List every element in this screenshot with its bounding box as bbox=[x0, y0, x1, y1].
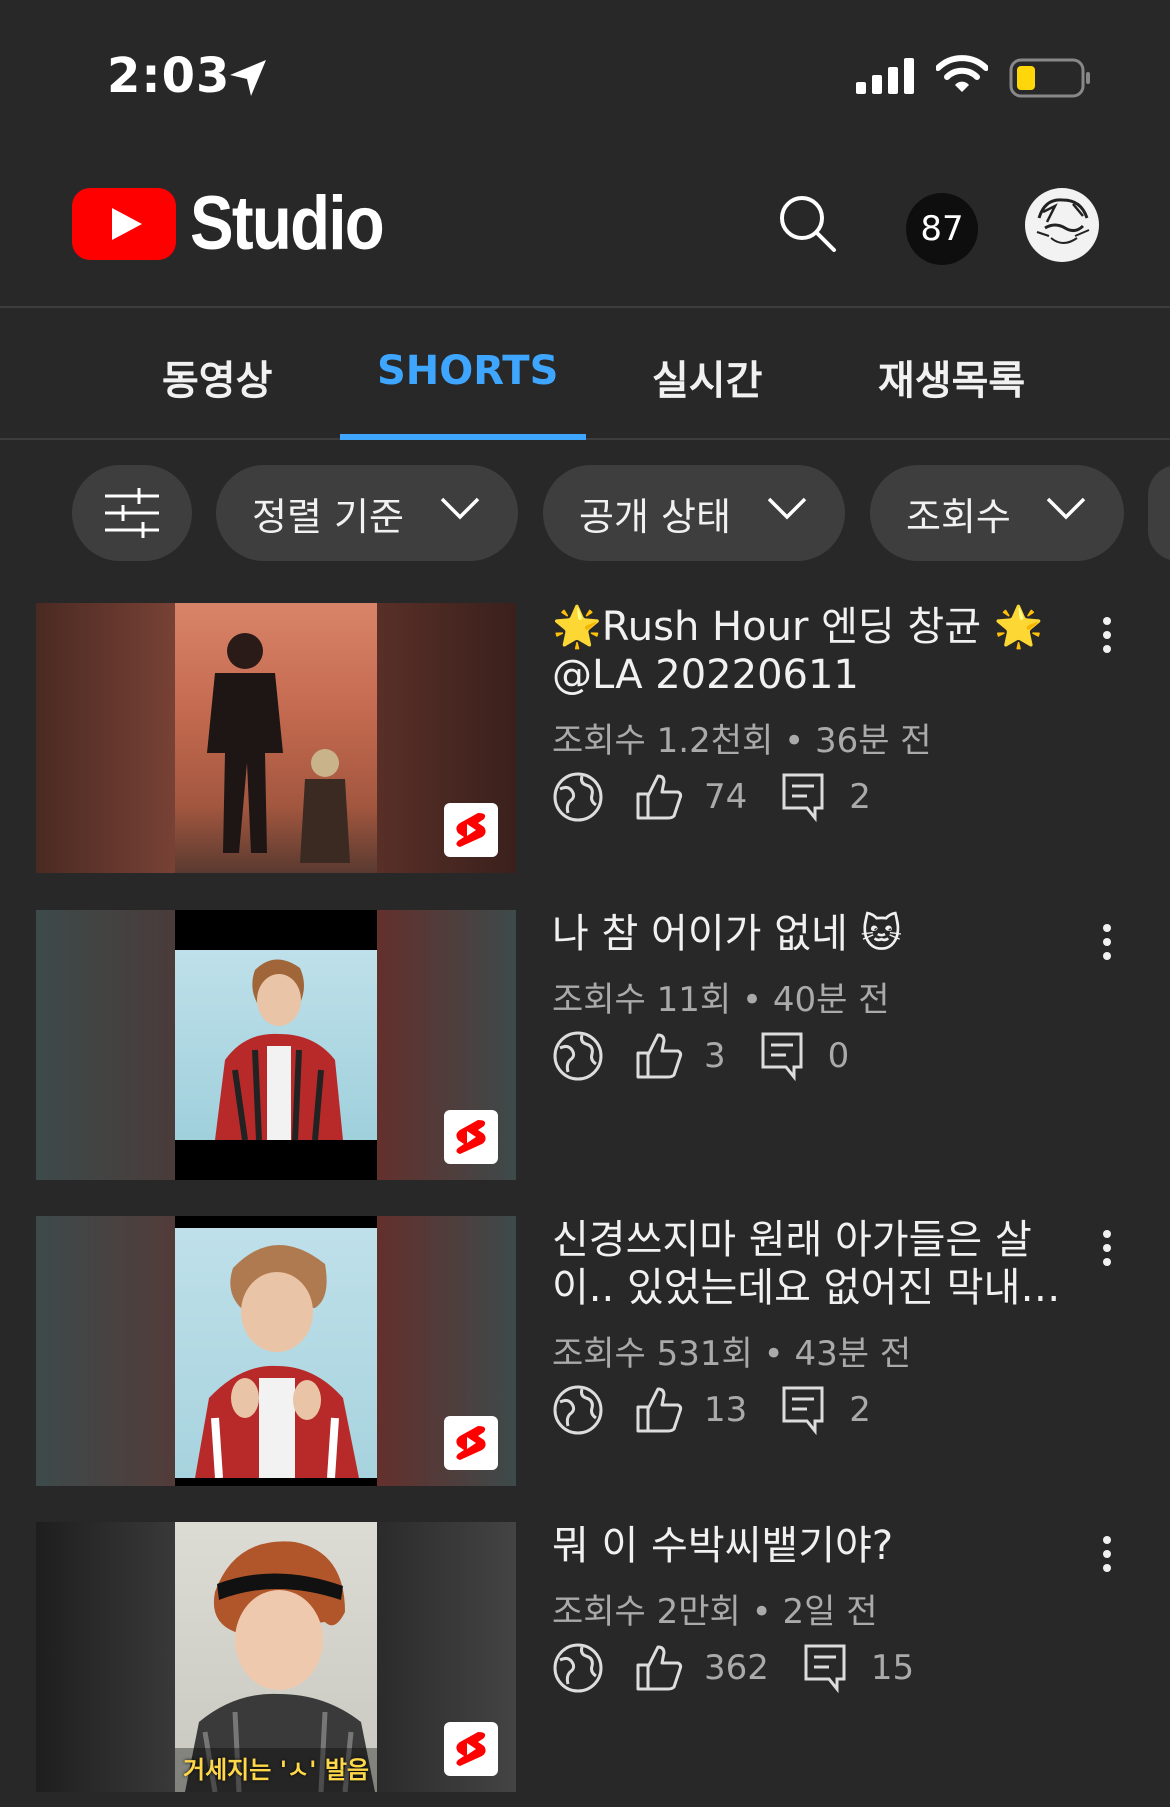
app-title: Studio bbox=[190, 181, 385, 266]
comment-count: 2 bbox=[849, 777, 871, 817]
view-count: 조회수 2만회 bbox=[552, 1592, 741, 1632]
youtube-logo-icon[interactable] bbox=[72, 188, 176, 260]
comment-count: 0 bbox=[827, 1036, 850, 1076]
video-meta: 조회수 1.2천회 • 36분 전 bbox=[552, 721, 932, 761]
globe-icon bbox=[553, 1031, 603, 1081]
active-tab-indicator bbox=[340, 434, 586, 440]
upload-age: 43분 전 bbox=[794, 1334, 912, 1374]
search-icon[interactable] bbox=[778, 194, 838, 254]
video-meta: 조회수 531회 • 43분 전 bbox=[552, 1334, 912, 1374]
comment-icon bbox=[761, 1032, 803, 1081]
location-arrow-icon bbox=[230, 60, 266, 96]
filter-settings-button[interactable] bbox=[72, 465, 192, 561]
globe-icon bbox=[553, 772, 603, 822]
performer-figure-icon bbox=[207, 633, 350, 863]
more-filter-chip[interactable] bbox=[1148, 465, 1170, 561]
thumbs-up-icon bbox=[636, 774, 683, 820]
shorts-icon bbox=[444, 1722, 498, 1776]
like-count: 74 bbox=[704, 777, 748, 817]
globe-icon bbox=[553, 1385, 603, 1435]
comment-count: 15 bbox=[870, 1648, 915, 1688]
battery-icon bbox=[1009, 58, 1090, 98]
status-bar: 2:03 bbox=[0, 0, 1170, 150]
view-count: 조회수 531회 bbox=[552, 1334, 753, 1374]
upload-age: 36분 전 bbox=[814, 721, 932, 761]
video-stats: 13 2 bbox=[552, 1380, 871, 1440]
view-count: 조회수 11회 bbox=[552, 980, 732, 1020]
thumbnail-caption: 거세지는 'ㅅ' 발음 bbox=[183, 1756, 369, 1784]
like-count: 362 bbox=[704, 1648, 769, 1688]
globe-icon bbox=[553, 1643, 603, 1693]
more-options-button[interactable] bbox=[1090, 1530, 1124, 1590]
video-thumbnail[interactable]: 거세지는 'ㅅ' 발음 bbox=[36, 1522, 516, 1792]
thumbs-up-icon bbox=[636, 1645, 683, 1691]
more-options-button[interactable] bbox=[1090, 611, 1124, 671]
video-title[interactable]: 🌟Rush Hour 엔딩 창균 🌟@LA 20220611 bbox=[552, 603, 1072, 699]
person-figure-icon bbox=[195, 1244, 359, 1479]
sort-filter-label: 정렬 기준 bbox=[252, 494, 404, 539]
content-tabs: 동영상 SHORTS 실시간 재생목록 bbox=[0, 308, 1170, 440]
list-item[interactable]: 나 참 어이가 없네 🐱 조회수 11회 • 40분 전 3 0 bbox=[0, 910, 1170, 1180]
visibility-filter-label: 공개 상태 bbox=[579, 494, 731, 539]
video-thumbnail[interactable] bbox=[36, 603, 516, 873]
video-title[interactable]: 나 참 어이가 없네 🐱 bbox=[552, 910, 1072, 958]
cellular-signal-icon bbox=[856, 58, 914, 94]
visibility-filter-chip[interactable]: 공개 상태 bbox=[543, 465, 845, 561]
shorts-icon bbox=[444, 803, 498, 857]
wifi-icon bbox=[936, 55, 988, 92]
video-stats: 74 2 bbox=[552, 767, 871, 827]
comment-count: 2 bbox=[849, 1390, 871, 1430]
video-title[interactable]: 뭐 이 수박씨뱉기야? bbox=[552, 1522, 1072, 1570]
app-header: Studio 87 bbox=[0, 150, 1170, 308]
upload-age: 40분 전 bbox=[772, 980, 890, 1020]
chevron-down-icon bbox=[440, 497, 480, 520]
tab-playlists[interactable]: 재생목록 bbox=[878, 348, 1025, 406]
video-thumbnail[interactable] bbox=[36, 910, 516, 1180]
video-stats: 362 15 bbox=[552, 1638, 914, 1698]
views-filter-chip[interactable]: 조회수 bbox=[870, 465, 1124, 561]
video-thumbnail[interactable] bbox=[36, 1216, 516, 1486]
shorts-icon bbox=[444, 1110, 498, 1164]
comment-icon bbox=[804, 1644, 846, 1693]
list-item[interactable]: 신경쓰지마 원래 아가들은 살이.. 있었는데요 없어진 막내… 조회수 531… bbox=[0, 1216, 1170, 1486]
video-title[interactable]: 신경쓰지마 원래 아가들은 살이.. 있었는데요 없어진 막내… bbox=[552, 1216, 1072, 1312]
tab-live[interactable]: 실시간 bbox=[652, 348, 762, 406]
status-time: 2:03 bbox=[107, 48, 231, 104]
like-count: 13 bbox=[704, 1390, 748, 1430]
like-count: 3 bbox=[704, 1036, 726, 1076]
video-stats: 3 0 bbox=[552, 1026, 849, 1086]
notifications-button[interactable]: 87 bbox=[906, 193, 978, 265]
list-item[interactable]: 🌟Rush Hour 엔딩 창균 🌟@LA 20220611 조회수 1.2천회… bbox=[0, 603, 1170, 873]
notification-count: 87 bbox=[920, 209, 964, 249]
video-meta: 조회수 11회 • 40분 전 bbox=[552, 980, 890, 1020]
list-item[interactable]: 거세지는 'ㅅ' 발음 뭐 이 수박씨뱉기야? 조회수 2만회 • 2일 전 3… bbox=[0, 1522, 1170, 1792]
sliders-icon bbox=[105, 488, 159, 538]
thumbs-up-icon bbox=[636, 1033, 683, 1079]
views-filter-label: 조회수 bbox=[906, 494, 1011, 539]
tab-videos[interactable]: 동영상 bbox=[162, 348, 272, 406]
thumbs-up-icon bbox=[636, 1387, 683, 1433]
chevron-down-icon bbox=[1046, 497, 1086, 520]
comment-icon bbox=[782, 773, 824, 822]
avatar-drawing-icon bbox=[1036, 198, 1090, 244]
video-meta: 조회수 2만회 • 2일 전 bbox=[552, 1592, 878, 1632]
comment-icon bbox=[782, 1386, 824, 1435]
avatar[interactable] bbox=[1025, 188, 1099, 262]
shorts-icon bbox=[444, 1416, 498, 1470]
more-options-button[interactable] bbox=[1090, 1224, 1124, 1284]
person-figure-icon bbox=[215, 959, 343, 1141]
filter-bar: 정렬 기준 공개 상태 조회수 bbox=[0, 465, 1170, 561]
view-count: 조회수 1.2천회 bbox=[552, 721, 774, 761]
sort-filter-chip[interactable]: 정렬 기준 bbox=[216, 465, 518, 561]
tab-shorts[interactable]: SHORTS bbox=[377, 348, 558, 394]
chevron-down-icon bbox=[767, 497, 807, 520]
upload-age: 2일 전 bbox=[782, 1592, 878, 1632]
more-options-button[interactable] bbox=[1090, 918, 1124, 978]
